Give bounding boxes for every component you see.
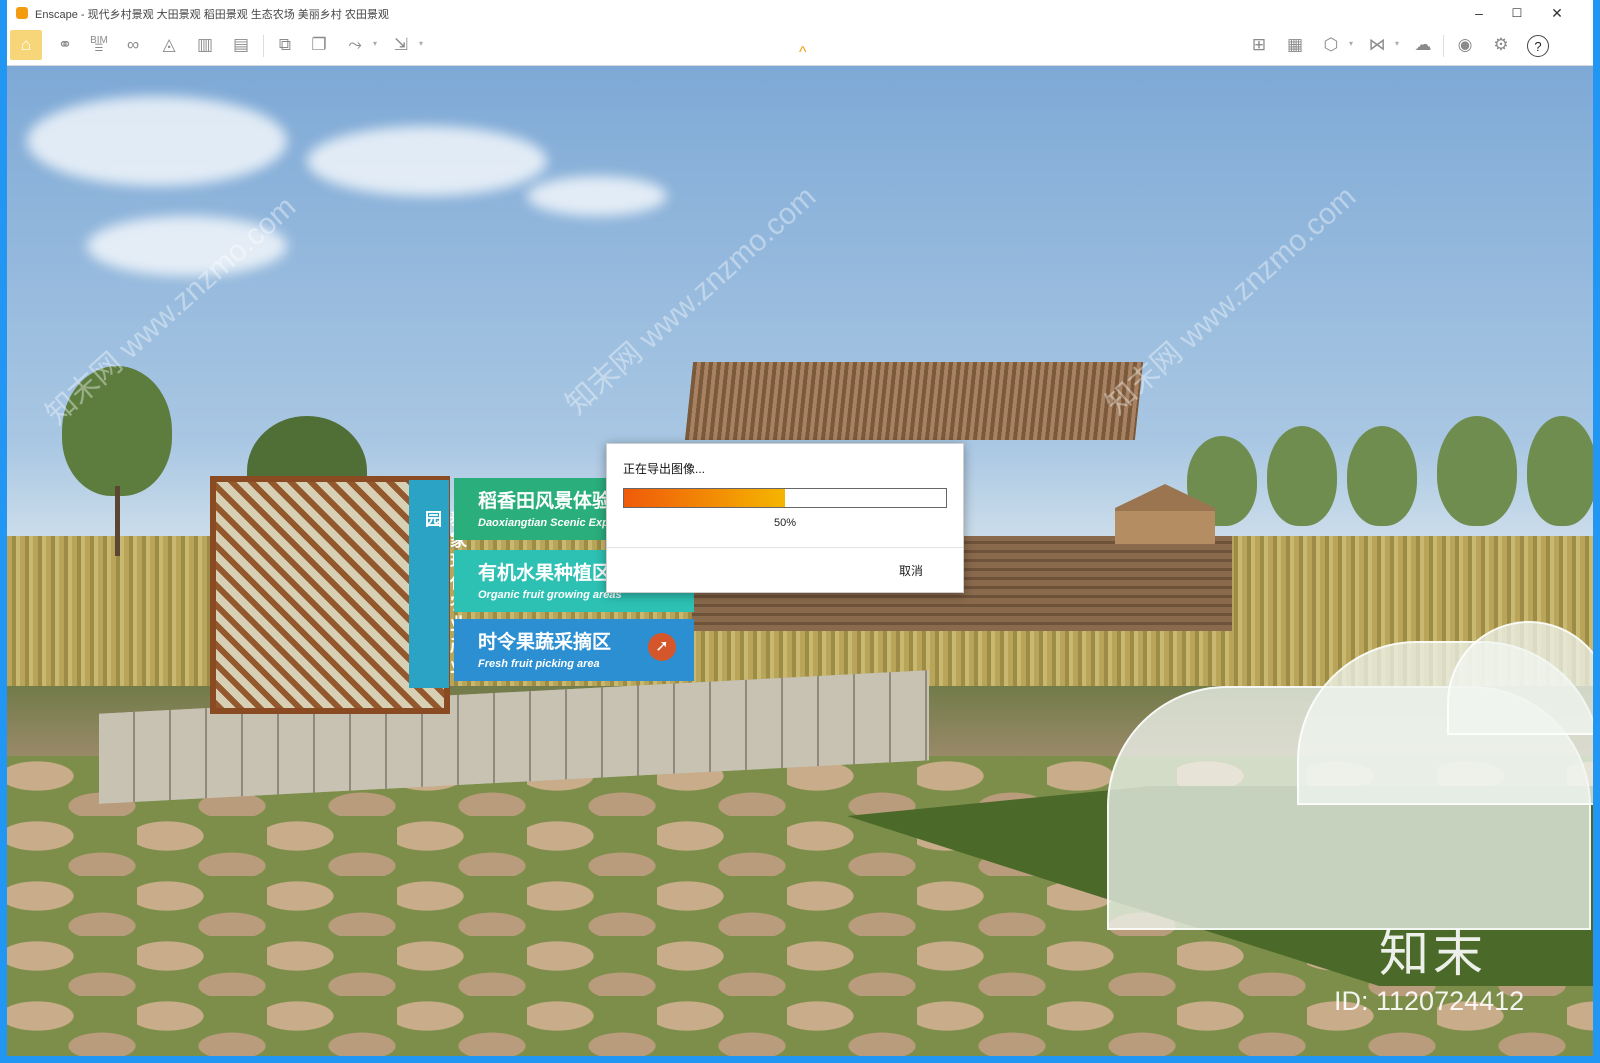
sign-vertical-post: 泰家现代农业产业园 [409, 480, 466, 688]
home-icon[interactable]: ⌂ [10, 30, 42, 60]
tree [1437, 416, 1517, 526]
progress-percent: 50% [773, 517, 797, 529]
link-icon[interactable]: ⚭ [51, 31, 79, 59]
cloud [527, 176, 667, 216]
help-icon[interactable]: ? [1527, 35, 1549, 57]
tree [1267, 426, 1337, 526]
progress-fill [624, 489, 785, 507]
tree [1347, 426, 1417, 526]
dialog-divider [607, 547, 963, 548]
upload-icon[interactable]: ☁ [1409, 31, 1437, 59]
tree [1527, 416, 1593, 526]
toolbar-separator [263, 35, 264, 57]
library-icon[interactable]: ▦ [1281, 31, 1309, 59]
batch-render-icon[interactable]: ❐ [305, 31, 333, 59]
window-title: Enscape - 现代乡村景观 大田景观 稻田景观 生态农场 美丽乡村 农田景… [35, 9, 389, 21]
toolbar: ⌂ ⚭ BIM ☰ ∞ ◬ ▥ ▤ ⧉ ❐ ⤳ ▾ ⇲ ▾ ^ ⊞ ▦ ⬡ ▾ ⋈… [7, 27, 1593, 66]
chevron-down-icon[interactable]: ▾ [1395, 39, 1399, 48]
asset-icon[interactable]: ⬡ [1317, 31, 1345, 59]
panorama-icon[interactable]: ⤳ [341, 31, 369, 59]
buildings-icon[interactable]: ▥ [191, 31, 219, 59]
sign-panel-en: Fresh fruit picking area [478, 658, 600, 670]
enscape-logo-icon [16, 7, 28, 19]
sign-panel-picking: 时令果蔬采摘区 Fresh fruit picking area ➚ [454, 619, 694, 681]
export-icon[interactable]: ⇲ [387, 31, 415, 59]
view-icon[interactable]: ◉ [1451, 31, 1479, 59]
vr-icon[interactable]: ⋈ [1363, 31, 1391, 59]
id-watermark: ID: 1120724412 [1334, 986, 1525, 1016]
cloud [307, 126, 547, 196]
brand-watermark: 知末 [1379, 925, 1487, 983]
bim-icon[interactable]: BIM ☰ [85, 31, 113, 59]
progress-bar [623, 488, 947, 508]
dialog-title: 正在导出图像... [623, 462, 706, 476]
toolbar-separator [1443, 35, 1444, 57]
collapse-chevron-icon[interactable]: ^ [799, 45, 807, 61]
cancel-button[interactable]: 取消 [899, 562, 923, 579]
chevron-down-icon[interactable]: ▾ [373, 39, 377, 48]
layers-icon[interactable]: ▤ [227, 31, 255, 59]
tree-trunk [115, 486, 120, 556]
pavilion-roof [684, 362, 1144, 440]
screenshot-icon[interactable]: ⧉ [271, 31, 299, 59]
cloud [27, 96, 287, 186]
close-button[interactable]: ✕ [1537, 2, 1577, 24]
minimize-button[interactable]: – [1459, 2, 1499, 24]
chevron-down-icon[interactable]: ▾ [419, 39, 423, 48]
settings-icon[interactable]: ⚙ [1487, 31, 1515, 59]
binoculars-icon[interactable]: ∞ [119, 31, 147, 59]
arrow-icon: ➚ [648, 633, 676, 661]
chevron-down-icon[interactable]: ▾ [1349, 39, 1353, 48]
maximize-button[interactable]: ☐ [1497, 2, 1537, 24]
visual-settings-icon[interactable]: ◬ [155, 31, 183, 59]
title-bar: Enscape - 现代乡村景观 大田景观 稻田景观 生态农场 美丽乡村 农田景… [7, 0, 1593, 27]
map-icon[interactable]: ⊞ [1245, 31, 1273, 59]
export-progress-dialog: 正在导出图像... 50% 取消 [606, 443, 964, 593]
watermark-text: 知末网 www.znzmo.com [1099, 180, 1363, 422]
